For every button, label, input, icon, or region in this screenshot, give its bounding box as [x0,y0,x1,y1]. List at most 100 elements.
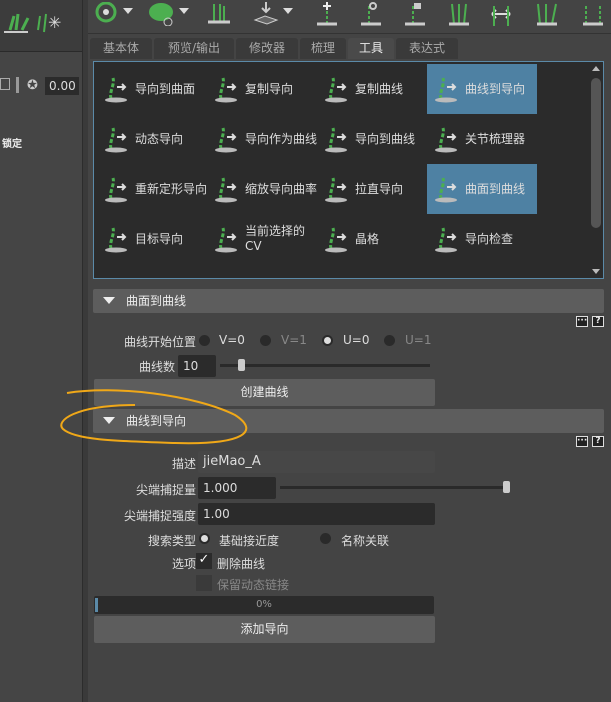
curve-count-slider[interactable] [220,359,430,371]
radio-u1[interactable] [384,335,395,346]
tab-modifiers[interactable]: 修改器 [236,38,298,59]
duplicate-guide-icon [215,77,237,103]
tab-expressions[interactable]: 表达式 [396,38,458,59]
tool-lattice[interactable]: 晶格 [317,214,427,264]
description-label: 描述 [171,457,196,471]
tab-tools[interactable]: 工具 [348,38,394,59]
progress-text: 0% [256,599,272,610]
tip-snap-slider[interactable] [280,481,510,493]
curve-count-label: 曲线数 [138,360,175,374]
tool-label: 曲线到导向 [465,81,526,96]
tab-preview-output[interactable]: 预览/输出 [154,38,234,59]
dropdown-arrow-icon[interactable] [123,8,133,14]
tool-label: 复制曲线 [355,81,404,96]
tool-duplicate-curve[interactable]: 复制曲线 [317,64,427,114]
curve-to-guide-icon [435,77,457,103]
tool-straighten-guide[interactable]: 拉直导向 [317,164,427,214]
guide-density-icon[interactable] [206,2,232,26]
tool-selected-cv[interactable]: 当前选择的 CV [207,214,317,264]
tip-strength-field[interactable]: 1.00 [198,503,435,525]
radio-v1-label: V=1 [281,333,307,347]
tool-curve-to-guide[interactable]: 曲线到导向 [427,64,537,114]
keep-links-label: 保留动态链接 [217,578,290,592]
left-panel [0,0,82,702]
guide-check-icon [435,227,457,253]
square-icon[interactable] [0,78,10,90]
slider-thumb[interactable] [503,481,510,493]
grid-scrollbar[interactable] [591,66,601,274]
help-icon[interactable]: ? [592,316,604,327]
collapse-triangle-icon[interactable] [103,297,115,304]
joint-groomer-icon [435,127,457,153]
panel-divider[interactable] [82,0,88,702]
tool-surface-to-curve[interactable]: 曲面到曲线 [427,164,537,214]
tool-label: 导向到曲线 [355,131,416,146]
section-surface-to-curves[interactable]: 曲面到曲线 [93,289,604,313]
tool-target-guide[interactable]: 目标导向 [97,214,207,264]
left-shelf: ✳ [0,0,82,52]
tab-primitives[interactable]: 基本体 [90,38,152,59]
tool-guide-as-curve[interactable]: 导向作为曲线 [207,114,317,164]
scroll-down-icon[interactable] [592,269,600,274]
tool-label: 拉直导向 [355,181,404,196]
tool-guide-to-curve[interactable]: 导向到曲线 [317,114,427,164]
straighten-guide-icon [325,177,347,203]
dropdown-arrow-icon[interactable] [179,8,189,14]
curve-start-label: 曲线开始位置 [123,335,196,349]
radio-v0[interactable] [199,335,210,346]
progress-bar: 0% [94,596,434,614]
lock-guide-icon[interactable] [402,2,428,26]
tip-snap-field[interactable]: 1.000 [198,477,276,499]
surface-to-curve-icon [435,177,457,203]
description-field[interactable]: jieMao_A [198,451,435,473]
add-guide-icon[interactable] [314,2,340,26]
tool-label: 导向作为曲线 [245,131,318,146]
slider-thumb[interactable] [238,359,246,371]
separator [16,77,19,93]
options-label: 选项 [171,557,196,571]
guide-hide-icon[interactable] [148,2,174,26]
value-field[interactable]: 0.00 [45,77,79,95]
select-guide-icon[interactable] [534,2,560,26]
lattice-icon [325,227,347,253]
refresh-icon[interactable]: ✪ [27,78,38,93]
tip-snap-label: 尖端捕捉量 [135,483,196,497]
tool-label: 导向到曲面 [135,81,196,96]
tab-bar: 基本体 预览/输出 修改器 梳理 工具 表达式 [88,38,611,60]
tool-joint-groomer[interactable]: 关节梳理器 [427,114,537,164]
place-guide-icon[interactable] [253,2,279,26]
radio-u0[interactable] [322,335,333,346]
svg-text:✳: ✳ [48,13,61,32]
scroll-thumb[interactable] [591,78,601,228]
tab-groom[interactable]: 梳理 [300,38,346,59]
annotation-circle [60,389,248,445]
tool-guide-to-surface[interactable]: 导向到曲面 [97,64,207,114]
swap-guide-icon[interactable] [488,2,514,26]
grass-tool-icons[interactable]: ✳ [4,8,74,36]
guide-bound-icon[interactable] [580,2,606,26]
add-guides-button[interactable]: 添加导向 [94,616,435,643]
tool-grid: 导向到曲面 复制导向 复制曲线 曲线到导向动态导向 导向作为曲线 导向到曲线 关节梳理器重新… [93,61,604,279]
options-icon[interactable]: ··· [576,436,588,447]
shelf-toolbar [88,0,611,34]
radio-v1[interactable] [260,335,271,346]
guide-visibility-icon[interactable] [94,2,120,26]
keep-links-checkbox[interactable] [196,575,212,591]
show-guide-icon[interactable] [358,2,384,26]
split-guide-icon[interactable] [446,2,472,26]
scroll-up-icon[interactable] [592,66,600,71]
radio-proximity[interactable] [199,533,210,544]
radio-name-association[interactable] [320,533,331,544]
dropdown-arrow-icon[interactable] [283,8,293,14]
tool-dynamic-guide[interactable]: 动态导向 [97,114,207,164]
options-icon[interactable]: ··· [576,316,588,327]
tool-reshape-guide[interactable]: 重新定形导向 [97,164,207,214]
tool-scale-curvature[interactable]: 缩放导向曲率 [207,164,317,214]
reshape-guide-icon [105,177,127,203]
curve-count-field[interactable]: 10 [178,355,216,377]
tool-guide-check[interactable]: 导向检查 [427,214,537,264]
delete-curves-checkbox[interactable]: ✓ [196,553,212,569]
radio-proximity-label: 基础接近度 [219,534,280,548]
tool-duplicate-guide[interactable]: 复制导向 [207,64,317,114]
help-icon[interactable]: ? [592,436,604,447]
